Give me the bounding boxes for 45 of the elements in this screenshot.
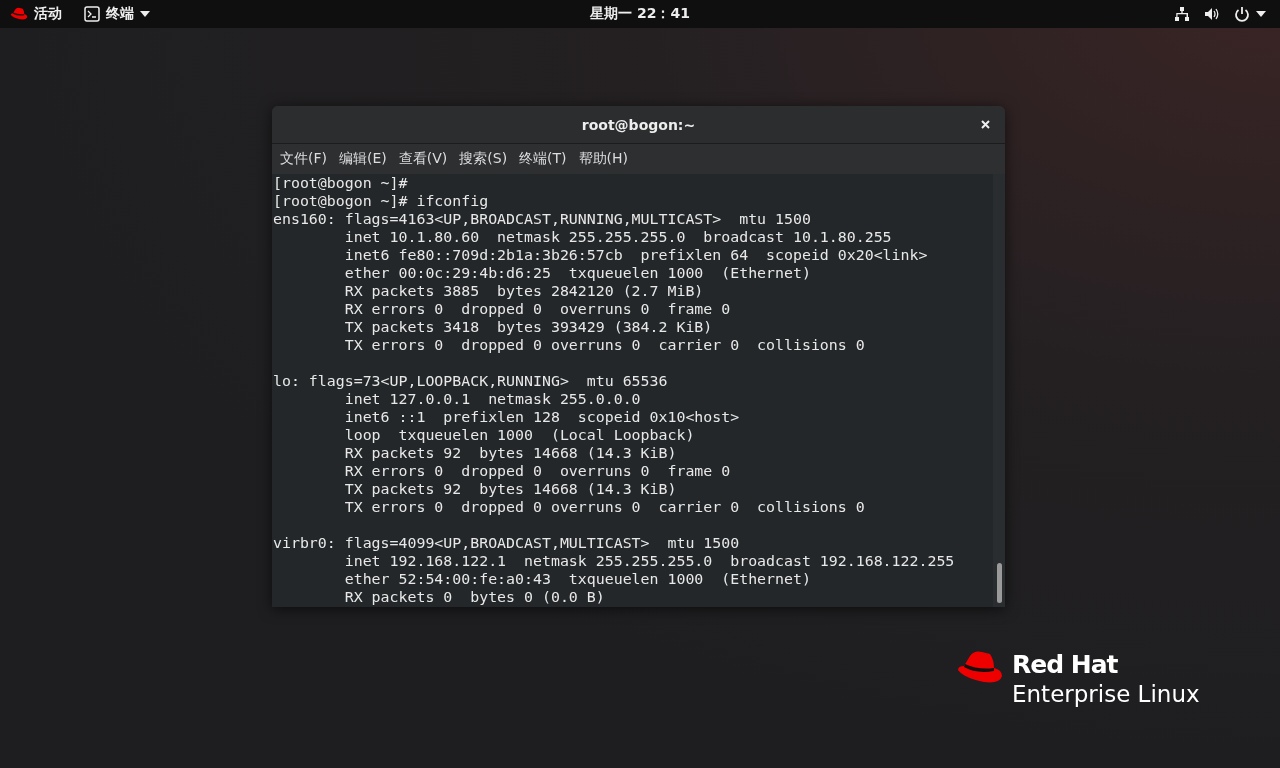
terminal-line: TX errors 0 dropped 0 overruns 0 carrier 0 collisions 0 <box>343 336 866 354</box>
product-name: Enterprise Linux <box>1012 680 1200 708</box>
terminal-line: TX packets 3418 bytes 393429 (384.2 KiB) <box>343 318 714 336</box>
hat-icon <box>10 7 28 21</box>
window-title: root@bogon:~ <box>580 116 697 133</box>
menu-item[interactable]: 搜索(S) <box>453 150 514 168</box>
network-icon[interactable] <box>1174 6 1190 22</box>
terminal-line: TX packets 92 bytes 14668 (14.3 KiB) <box>343 480 678 498</box>
terminal-line: inet 10.1.80.60 netmask 255.255.255.0 broadcast 10.1.80.255 <box>343 228 893 246</box>
menu-item[interactable]: 查看(V) <box>392 150 454 168</box>
terminal-line: TX errors 0 dropped 0 overruns 0 carrier 0 collisions 0 <box>343 498 866 516</box>
terminal-line: ether 00:0c:29:4b:d6:25 txqueuelen 1000 (Ethernet) <box>343 264 812 282</box>
caret-icon <box>1256 11 1266 17</box>
terminal-line: [root@bogon ~]# ifconfig <box>273 192 490 210</box>
menu-item[interactable]: 文件(F) <box>274 150 333 168</box>
terminal-line: lo: flags=73<UP,LOOPBACK,RUNNING> mtu 65536 <box>273 372 669 390</box>
terminal-line: [root@bogon ~]# <box>273 174 409 192</box>
terminal-line: RX packets 92 bytes 14668 (14.3 KiB) <box>343 444 678 462</box>
terminal-line: ether 52:54:00:fe:a0:43 txqueuelen 1000 (Ethernet) <box>343 570 812 588</box>
system-menu[interactable] <box>1234 6 1266 22</box>
terminal-line: inet 192.168.122.1 netmask 255.255.255.0 broadcast 192.168.122.255 <box>343 552 956 570</box>
brand-name: Red Hat <box>1012 650 1119 680</box>
terminal-line: inet6 ::1 prefixlen 128 scopeid 0x10<host> <box>343 408 741 426</box>
terminal-line: RX errors 0 dropped 0 overruns 0 frame 0 <box>343 300 732 318</box>
terminal-line: RX errors 0 dropped 0 overruns 0 frame 0 <box>343 462 732 480</box>
terminal-line: ens160: flags=4163<UP,BROADCAST,RUNNING,MULTICAST> mtu 1500 <box>273 210 812 228</box>
terminal-line: inet6 fe80::709d:2b1a:3b26:57cb prefixlen 64 scopeid 0x20<link> <box>343 246 929 264</box>
scrollbar[interactable] <box>993 174 1005 607</box>
power-icon <box>1234 6 1250 22</box>
terminal-line: loop txqueuelen 1000 (Local Loopback) <box>343 426 696 444</box>
terminal-line: virbr0: flags=4099<UP,BROADCAST,MULTICAST> mtu 1500 <box>273 534 741 552</box>
terminal-icon <box>84 6 100 22</box>
menu-item[interactable]: 编辑(E) <box>333 150 393 168</box>
terminal-line: RX packets 3885 bytes 2842120 (2.7 MiB) <box>343 282 705 300</box>
caret-icon <box>140 11 150 17</box>
volume-icon[interactable] <box>1204 6 1220 22</box>
menu-item[interactable]: 终端(T) <box>513 150 573 168</box>
close-icon <box>980 120 990 129</box>
menu-item[interactable]: 帮助(H) <box>572 150 635 168</box>
app-menu[interactable]: 终端 <box>84 5 150 23</box>
terminal-line: inet 127.0.0.1 netmask 255.0.0.0 <box>343 390 642 408</box>
terminal-line: RX packets 0 bytes 0 (0.0 B) <box>343 588 606 606</box>
scroll-thumb[interactable] <box>996 563 1002 603</box>
clock[interactable]: 星期一 22：41 <box>590 5 690 23</box>
activities-button[interactable]: 活动 <box>10 5 62 23</box>
